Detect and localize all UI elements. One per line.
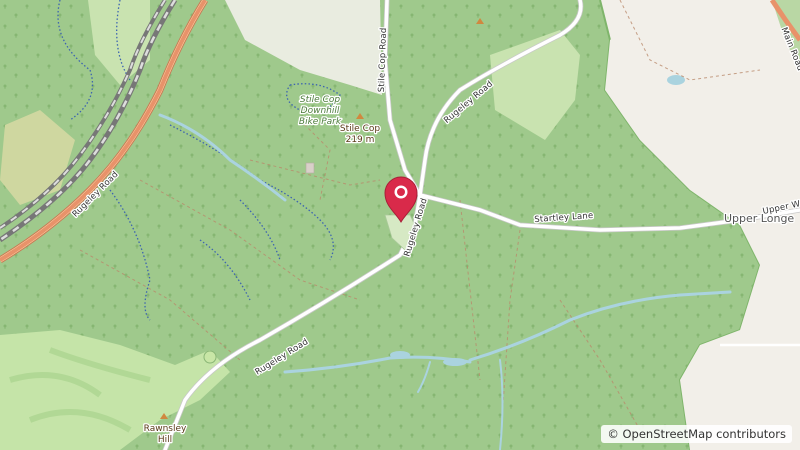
park-label-line3: Bike Park bbox=[299, 117, 342, 127]
peak-label-name: Stile Cop bbox=[340, 124, 380, 134]
attribution-link[interactable]: OpenStreetMap contributors bbox=[622, 427, 786, 441]
copyright-symbol: © bbox=[607, 427, 619, 441]
map-canvas[interactable]: Stile Cop Road Rugeley Road Rugeley Road… bbox=[0, 0, 800, 450]
park-label-line1: Stile Cop bbox=[300, 95, 340, 105]
peak-label-elevation: 219 m bbox=[346, 135, 375, 145]
golf-clubhouse-icon bbox=[203, 350, 217, 364]
hill-label-line2: Hill bbox=[158, 435, 172, 445]
map-layer: Stile Cop Road Rugeley Road Rugeley Road… bbox=[0, 0, 800, 450]
hill-label-line1: Rawnsley bbox=[144, 424, 187, 434]
building bbox=[305, 162, 315, 174]
place-label-village: Upper Longe bbox=[724, 212, 794, 225]
map-attribution: © OpenStreetMap contributors bbox=[601, 425, 792, 443]
park-label-line2: Downhill bbox=[301, 106, 340, 116]
